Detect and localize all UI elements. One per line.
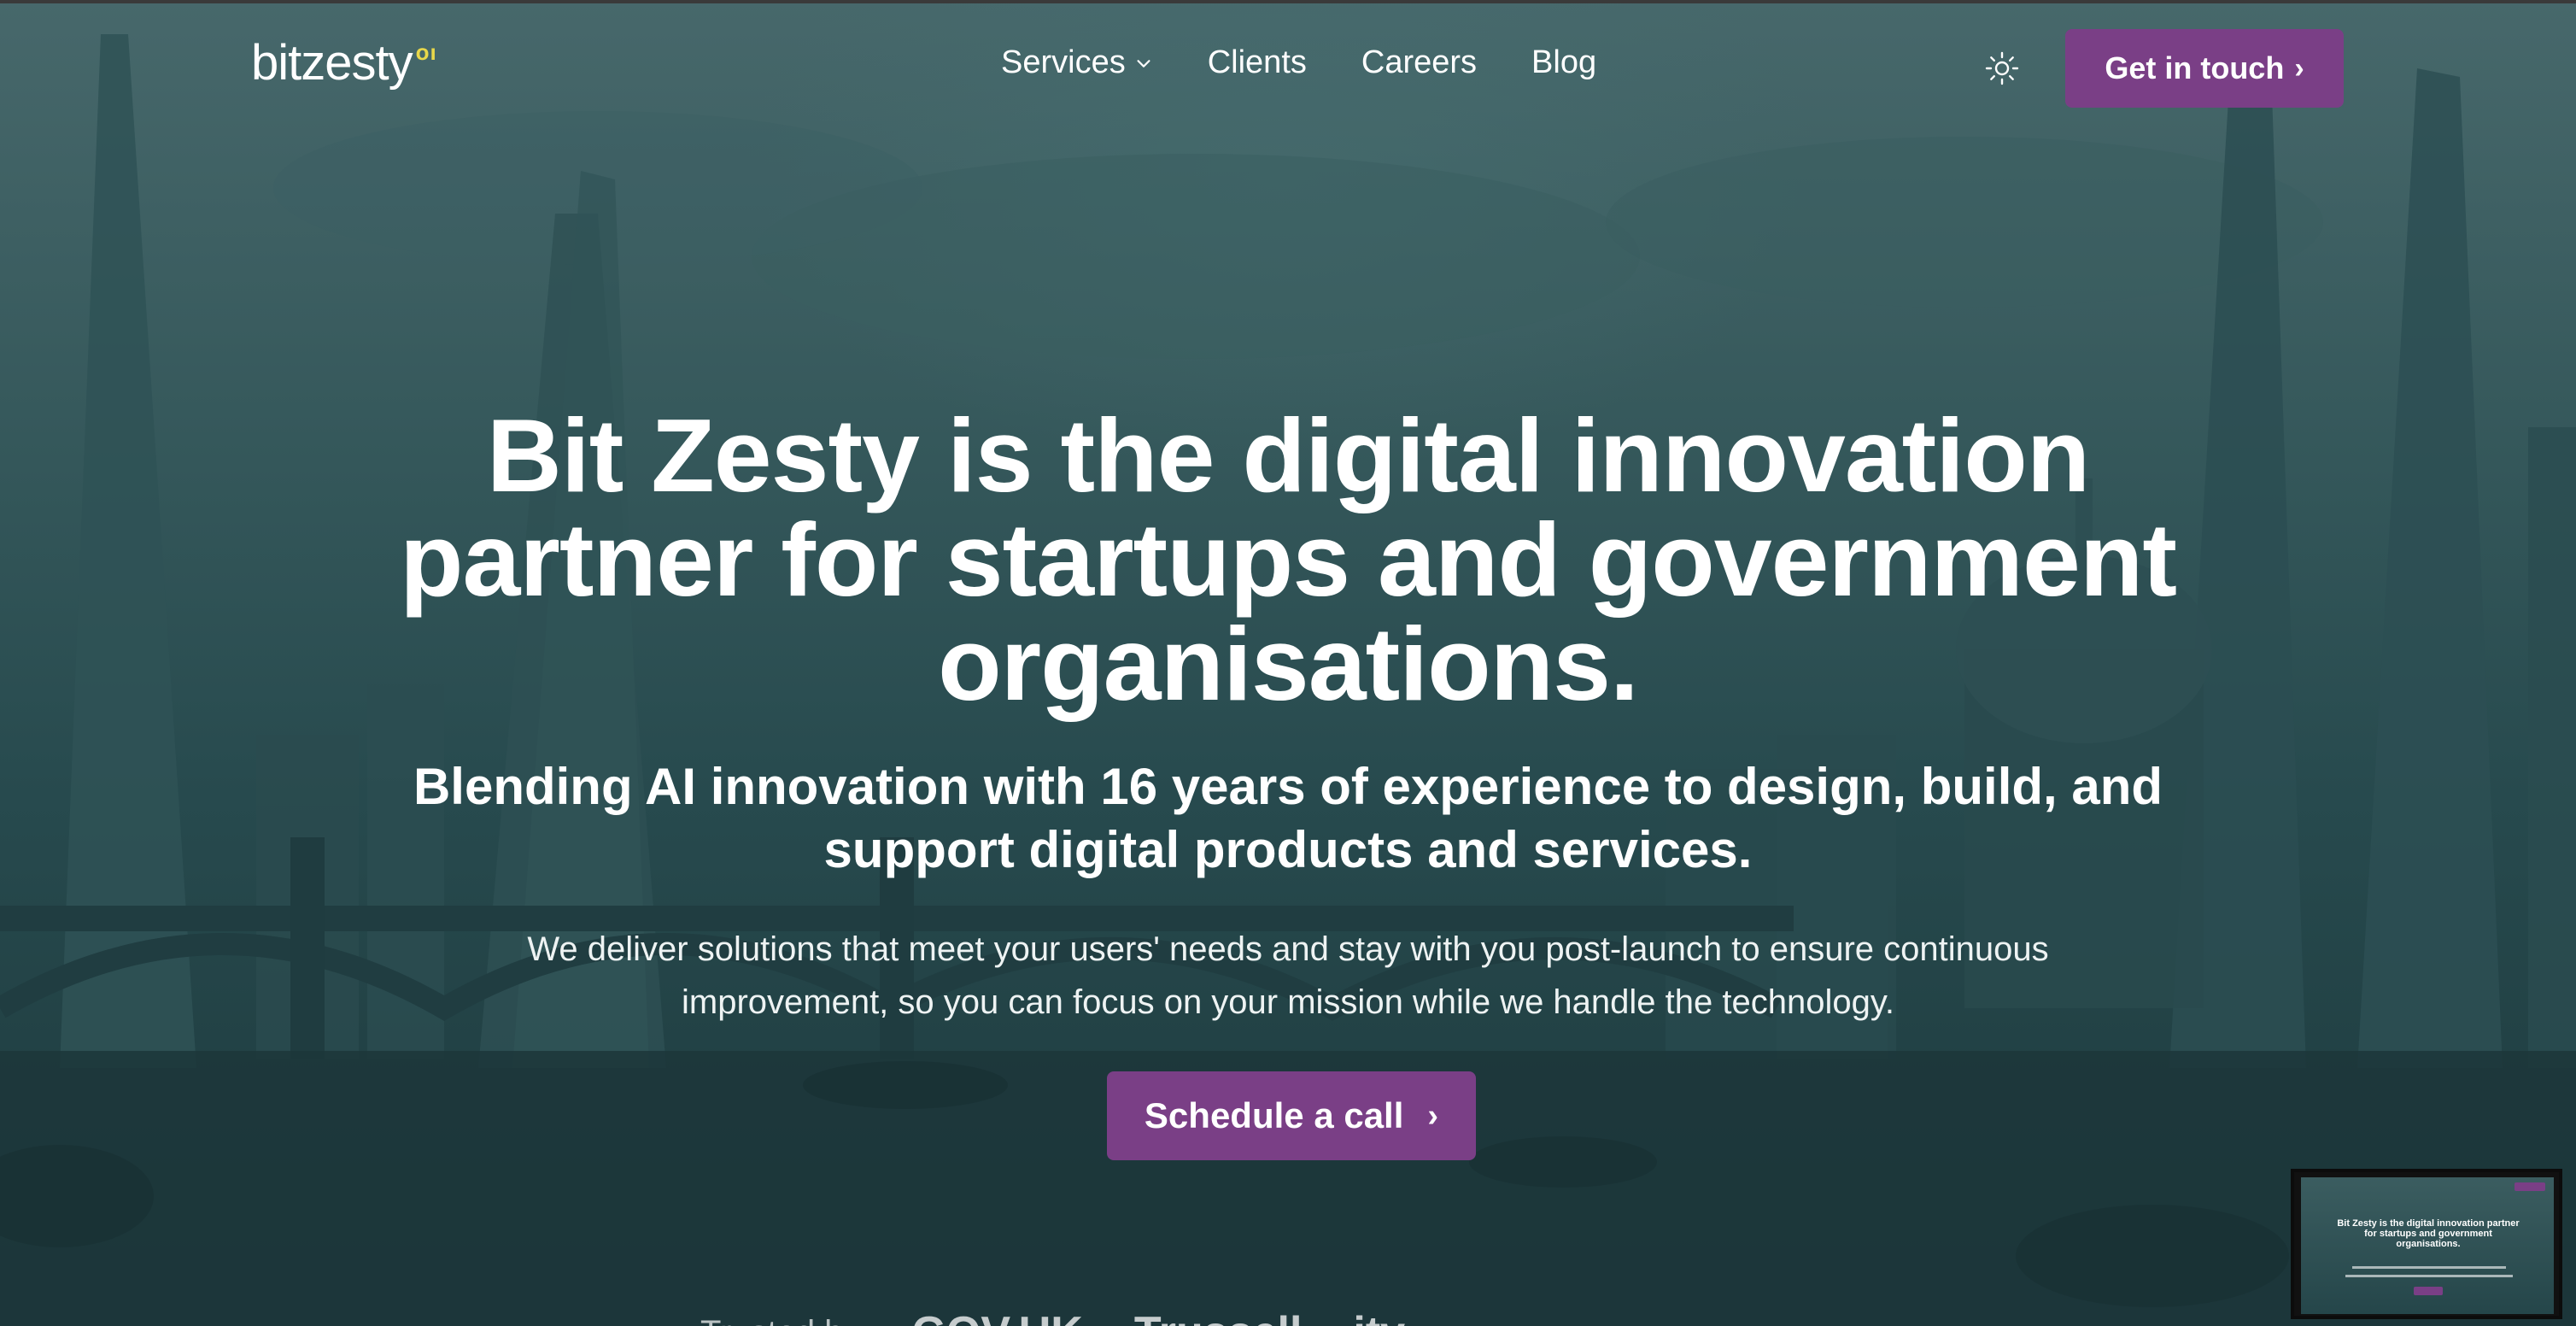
nav-item-careers[interactable]: Careers [1361,44,1477,81]
trusted-by-strip: Trusted by GOV.UK Trussell itv [700,1307,1405,1326]
preview-title: Bit Zesty is the digital innovation part… [2337,1218,2520,1249]
preview-text-line [2352,1266,2506,1269]
nav-item-label: Blog [1531,44,1597,80]
preview-text-line [2345,1275,2513,1277]
preview-cta-top [2515,1182,2545,1191]
nav-item-label: Clients [1207,44,1307,80]
chevron-right-icon: › [1427,1097,1439,1134]
button-label: Schedule a call [1144,1095,1404,1135]
page-preview-thumbnail[interactable]: Bit Zesty is the digital innovation part… [2291,1169,2562,1319]
nav-item-label: Services [1001,44,1126,80]
primary-nav: Services Clients Careers Blog [1001,44,1651,81]
sun-icon[interactable] [1983,50,2021,87]
trusted-by-label: Trusted by [700,1314,860,1326]
preview-cta-main [2414,1287,2443,1295]
preview-content: Bit Zesty is the digital innovation part… [2301,1177,2554,1314]
hero-headline: Bit Zesty is the digital innovation part… [400,397,2177,722]
nav-item-label: Careers [1361,44,1478,80]
hero-subheadline: Blending AI innovation with 16 years of … [413,758,2163,878]
hero-body-text: We deliver solutions that meet your user… [527,930,2049,1021]
logo-mark: oı [415,39,437,65]
client-logo-govuk: GOV.UK [911,1307,1082,1326]
schedule-call-button[interactable]: Schedule a call › [1107,1071,1476,1160]
logo-wordmark: bitzesty [251,35,413,91]
hero-section: bitzesty oı Services Clients Careers Blo… [0,0,2576,1326]
get-in-touch-button[interactable]: Get in touch › [2065,29,2344,108]
client-logo-trussell: Trussell [1134,1307,1303,1326]
site-header: bitzesty oı Services Clients Careers Blo… [0,0,2576,137]
button-label: Get in touch [2105,50,2285,85]
nav-item-blog[interactable]: Blog [1531,44,1596,81]
nav-item-services[interactable]: Services [1001,44,1153,81]
bitzesty-logo[interactable]: bitzesty oı [251,34,437,91]
client-logo-itv: itv [1353,1307,1405,1326]
chevron-right-icon: › [2294,51,2304,85]
chevron-down-icon [1137,59,1150,67]
nav-item-clients[interactable]: Clients [1208,44,1307,81]
